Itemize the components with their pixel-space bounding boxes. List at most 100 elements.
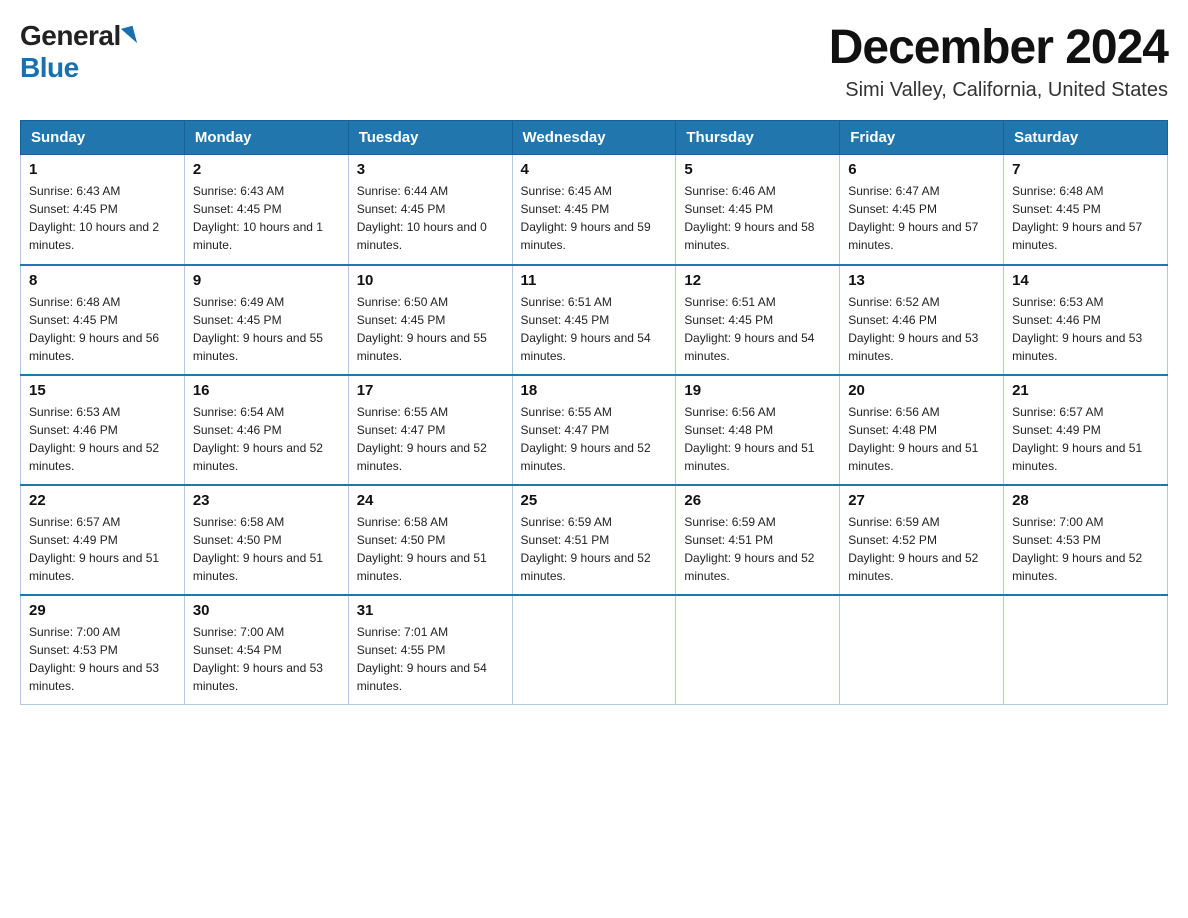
calendar-cell: 11 Sunrise: 6:51 AMSunset: 4:45 PMDayligh… [512,265,676,375]
day-info: Sunrise: 6:55 AMSunset: 4:47 PMDaylight:… [357,403,504,475]
calendar-cell: 27 Sunrise: 6:59 AMSunset: 4:52 PMDayligh… [840,485,1004,595]
calendar-cell [1004,595,1168,705]
calendar-cell: 18 Sunrise: 6:55 AMSunset: 4:47 PMDayligh… [512,375,676,485]
page-header: General Blue December 2024 Simi Valley, … [20,20,1168,102]
calendar-cell: 7Sunrise: 6:48 AMSunset: 4:45 PMDaylight… [1004,155,1168,265]
calendar-table: SundayMondayTuesdayWednesdayThursdayFrid… [20,120,1168,705]
day-number: 31 [357,602,504,619]
calendar-cell: 24 Sunrise: 6:58 AMSunset: 4:50 PMDayligh… [348,485,512,595]
weekday-header-thursday: Thursday [676,121,840,155]
day-info: Sunrise: 6:51 AMSunset: 4:45 PMDaylight:… [521,293,668,365]
weekday-header-sunday: Sunday [21,121,185,155]
calendar-cell [676,595,840,705]
calendar-cell: 28 Sunrise: 7:00 AMSunset: 4:53 PMDayligh… [1004,485,1168,595]
day-info: Sunrise: 6:58 AMSunset: 4:50 PMDaylight:… [357,513,504,585]
day-number: 6 [848,161,995,178]
calendar-week-row: 22Sunrise: 6:57 AMSunset: 4:49 PMDayligh… [21,485,1168,595]
day-info: Sunrise: 6:50 AMSunset: 4:45 PMDaylight:… [357,293,504,365]
day-info: Sunrise: 6:54 AMSunset: 4:46 PMDaylight:… [193,403,340,475]
calendar-cell: 29Sunrise: 7:00 AMSunset: 4:53 PMDayligh… [21,595,185,705]
calendar-cell: 30 Sunrise: 7:00 AMSunset: 4:54 PMDayligh… [184,595,348,705]
day-info: Sunrise: 6:49 AMSunset: 4:45 PMDaylight:… [193,293,340,365]
day-number: 4 [521,161,668,178]
day-number: 10 [357,272,504,289]
calendar-cell: 26 Sunrise: 6:59 AMSunset: 4:51 PMDayligh… [676,485,840,595]
day-number: 25 [521,492,668,509]
day-number: 7 [1012,161,1159,178]
day-number: 30 [193,602,340,619]
day-number: 18 [521,382,668,399]
day-info: Sunrise: 6:56 AMSunset: 4:48 PMDaylight:… [684,403,831,475]
day-info: Sunrise: 6:55 AMSunset: 4:47 PMDaylight:… [521,403,668,475]
calendar-cell: 14Sunrise: 6:53 AMSunset: 4:46 PMDayligh… [1004,265,1168,375]
weekday-header-friday: Friday [840,121,1004,155]
day-number: 5 [684,161,831,178]
day-info: Sunrise: 6:59 AMSunset: 4:51 PMDaylight:… [684,513,831,585]
day-info: Sunrise: 6:46 AMSunset: 4:45 PMDaylight:… [684,182,831,254]
day-number: 26 [684,492,831,509]
day-number: 11 [521,272,668,289]
calendar-week-row: 15 Sunrise: 6:53 AMSunset: 4:46 PMDayligh… [21,375,1168,485]
day-info: Sunrise: 6:59 AMSunset: 4:52 PMDaylight:… [848,513,995,585]
day-info: Sunrise: 6:53 AMSunset: 4:46 PMDaylight:… [29,403,176,475]
calendar-cell: 31 Sunrise: 7:01 AMSunset: 4:55 PMDayligh… [348,595,512,705]
weekday-header-tuesday: Tuesday [348,121,512,155]
month-title: December 2024 [829,20,1168,75]
day-info: Sunrise: 6:52 AMSunset: 4:46 PMDaylight:… [848,293,995,365]
weekday-header-row: SundayMondayTuesdayWednesdayThursdayFrid… [21,121,1168,155]
day-number: 13 [848,272,995,289]
day-number: 14 [1012,272,1159,289]
day-info: Sunrise: 6:44 AMSunset: 4:45 PMDaylight:… [357,182,504,254]
day-number: 27 [848,492,995,509]
day-number: 23 [193,492,340,509]
day-info: Sunrise: 7:01 AMSunset: 4:55 PMDaylight:… [357,623,504,695]
calendar-cell: 6Sunrise: 6:47 AMSunset: 4:45 PMDaylight… [840,155,1004,265]
weekday-header-wednesday: Wednesday [512,121,676,155]
day-number: 12 [684,272,831,289]
title-section: December 2024 Simi Valley, California, U… [829,20,1168,102]
day-info: Sunrise: 6:57 AMSunset: 4:49 PMDaylight:… [1012,403,1159,475]
logo-blue-text: Blue [20,52,79,84]
calendar-cell: 3Sunrise: 6:44 AMSunset: 4:45 PMDaylight… [348,155,512,265]
day-number: 16 [193,382,340,399]
day-number: 2 [193,161,340,178]
calendar-cell: 19 Sunrise: 6:56 AMSunset: 4:48 PMDayligh… [676,375,840,485]
calendar-cell [840,595,1004,705]
logo: General Blue [20,20,137,84]
calendar-cell: 21 Sunrise: 6:57 AMSunset: 4:49 PMDayligh… [1004,375,1168,485]
location-text: Simi Valley, California, United States [829,79,1168,102]
calendar-cell: 25Sunrise: 6:59 AMSunset: 4:51 PMDayligh… [512,485,676,595]
calendar-cell: 8Sunrise: 6:48 AMSunset: 4:45 PMDaylight… [21,265,185,375]
day-info: Sunrise: 6:43 AMSunset: 4:45 PMDaylight:… [29,182,176,254]
weekday-header-saturday: Saturday [1004,121,1168,155]
calendar-cell: 15 Sunrise: 6:53 AMSunset: 4:46 PMDayligh… [21,375,185,485]
day-info: Sunrise: 6:45 AMSunset: 4:45 PMDaylight:… [521,182,668,254]
day-info: Sunrise: 7:00 AMSunset: 4:53 PMDaylight:… [1012,513,1159,585]
day-info: Sunrise: 6:51 AMSunset: 4:45 PMDaylight:… [684,293,831,365]
day-number: 24 [357,492,504,509]
calendar-cell: 20 Sunrise: 6:56 AMSunset: 4:48 PMDayligh… [840,375,1004,485]
day-number: 19 [684,382,831,399]
calendar-cell: 16 Sunrise: 6:54 AMSunset: 4:46 PMDayligh… [184,375,348,485]
day-info: Sunrise: 6:43 AMSunset: 4:45 PMDaylight:… [193,182,340,254]
day-number: 22 [29,492,176,509]
day-info: Sunrise: 7:00 AMSunset: 4:54 PMDaylight:… [193,623,340,695]
day-number: 29 [29,602,176,619]
day-number: 21 [1012,382,1159,399]
day-info: Sunrise: 6:56 AMSunset: 4:48 PMDaylight:… [848,403,995,475]
logo-general-text: General [20,20,121,52]
day-number: 8 [29,272,176,289]
calendar-cell: 23 Sunrise: 6:58 AMSunset: 4:50 PMDayligh… [184,485,348,595]
logo-triangle-icon [121,26,137,46]
calendar-week-row: 29Sunrise: 7:00 AMSunset: 4:53 PMDayligh… [21,595,1168,705]
calendar-week-row: 1Sunrise: 6:43 AMSunset: 4:45 PMDaylight… [21,155,1168,265]
calendar-cell: 22Sunrise: 6:57 AMSunset: 4:49 PMDayligh… [21,485,185,595]
calendar-cell: 5 Sunrise: 6:46 AMSunset: 4:45 PMDaylight… [676,155,840,265]
day-number: 20 [848,382,995,399]
calendar-cell: 1Sunrise: 6:43 AMSunset: 4:45 PMDaylight… [21,155,185,265]
day-info: Sunrise: 6:58 AMSunset: 4:50 PMDaylight:… [193,513,340,585]
calendar-cell [512,595,676,705]
calendar-cell: 12 Sunrise: 6:51 AMSunset: 4:45 PMDayligh… [676,265,840,375]
day-number: 28 [1012,492,1159,509]
day-number: 15 [29,382,176,399]
